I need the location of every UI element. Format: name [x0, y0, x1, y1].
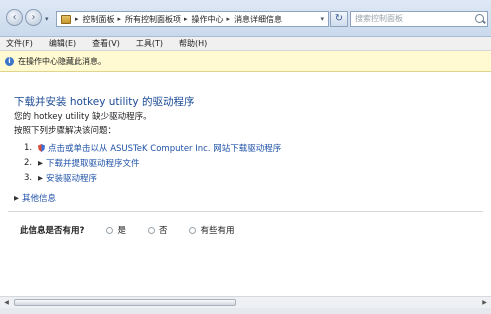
breadcrumb-item[interactable]: 所有控制面板项	[125, 14, 181, 25]
history-dropdown-icon[interactable]: ▾	[45, 15, 49, 23]
step-2: 2. ▶ 下载并提取驱动程序文件	[24, 157, 140, 169]
extract-files-link[interactable]: 下载并提取驱动程序文件	[46, 157, 140, 169]
search-input[interactable]: 搜索控制面板	[350, 11, 488, 27]
breadcrumb-item[interactable]: 控制面板	[83, 14, 115, 25]
chevron-right-icon[interactable]: ▸	[118, 15, 122, 23]
arrow-left-icon: ‹	[12, 12, 17, 23]
radio-label[interactable]: 是	[117, 224, 126, 236]
breadcrumb-item[interactable]: 操作中心	[192, 14, 224, 25]
radio-label[interactable]: 有些有用	[200, 224, 234, 236]
feedback-question: 此信息是否有用?	[20, 226, 85, 236]
breadcrumb[interactable]: ▸ 控制面板 ▸ 所有控制面板项 ▸ 操作中心 ▸ 消息详细信息 ▾	[56, 11, 329, 27]
radio-button[interactable]	[147, 226, 155, 234]
feedback-somewhat[interactable]: 有些有用	[189, 224, 234, 236]
instruction-line: 按照下列步骤解决该问题：	[14, 126, 117, 136]
scrollbar-thumb[interactable]	[14, 299, 236, 306]
feedback-no[interactable]: 否	[147, 224, 168, 236]
menu-tools[interactable]: 工具(T)	[134, 38, 165, 49]
scroll-right-icon[interactable]: ▶	[479, 298, 490, 307]
menu-help[interactable]: 帮助(H)	[177, 38, 209, 49]
breadcrumb-item[interactable]: 消息详细信息	[234, 14, 282, 25]
back-button[interactable]: ‹	[6, 9, 23, 26]
step-number: 2.	[24, 158, 33, 168]
description-line: 您的 hotkey utility 缺少驱动程序。	[14, 112, 152, 122]
refresh-button[interactable]: ↻	[330, 11, 348, 27]
menu-edit[interactable]: 编辑(E)	[47, 38, 78, 49]
info-icon: i	[5, 56, 14, 66]
info-bar-text[interactable]: 在操作中心隐藏此消息。	[18, 56, 106, 67]
feedback-yes[interactable]: 是	[106, 224, 126, 236]
search-placeholder: 搜索控制面板	[355, 14, 403, 23]
expand-arrow-icon[interactable]: ▶	[38, 159, 43, 167]
expand-arrow-icon[interactable]: ▶	[14, 194, 19, 202]
status-bar	[0, 308, 491, 314]
download-driver-link[interactable]: 点击或单击以从 ASUSTeK Computer Inc. 网站下载驱动程序	[48, 142, 281, 154]
address-toolbar: ‹ › ▾ ▸ 控制面板 ▸ 所有控制面板项 ▸ 操作中心 ▸ 消息详细信息 ▾…	[0, 0, 491, 37]
step-number: 1.	[24, 143, 33, 153]
radio-label[interactable]: 否	[159, 224, 168, 236]
chevron-right-icon[interactable]: ▸	[75, 15, 79, 23]
step-number: 3.	[24, 173, 33, 183]
arrow-right-icon: ›	[31, 12, 36, 23]
menu-bar: 文件(F) 编辑(E) 查看(V) 工具(T) 帮助(H)	[0, 37, 491, 51]
radio-button[interactable]	[189, 226, 197, 234]
page-title: 下载并安装 hotkey utility 的驱动程序	[14, 96, 195, 108]
shield-icon	[38, 144, 45, 152]
expand-arrow-icon[interactable]: ▶	[38, 174, 43, 182]
scroll-left-icon[interactable]: ◀	[1, 298, 12, 307]
step-1: 1. 点击或单击以从 ASUSTeK Computer Inc. 网站下载驱动程…	[24, 142, 281, 154]
chevron-right-icon[interactable]: ▸	[227, 15, 231, 23]
chevron-down-icon[interactable]: ▾	[320, 15, 324, 23]
more-info-label[interactable]: 其他信息	[22, 192, 56, 204]
main-content: 下载并安装 hotkey utility 的驱动程序 您的 hotkey uti…	[0, 72, 491, 314]
radio-button[interactable]	[106, 226, 114, 234]
menu-file[interactable]: 文件(F)	[4, 38, 35, 49]
forward-button[interactable]: ›	[25, 9, 42, 26]
chevron-right-icon[interactable]: ▸	[184, 15, 188, 23]
feedback-row: 此信息是否有用? 是 否 有些有用	[20, 224, 256, 236]
refresh-icon: ↻	[334, 13, 344, 24]
install-driver-link[interactable]: 安装驱动程序	[46, 172, 97, 184]
more-info-toggle[interactable]: ▶ 其他信息	[14, 192, 56, 204]
divider	[8, 211, 483, 212]
info-bar[interactable]: i 在操作中心隐藏此消息。	[0, 51, 491, 72]
search-icon[interactable]	[475, 14, 484, 23]
step-3: 3. ▶ 安装驱动程序	[24, 172, 97, 184]
horizontal-scrollbar[interactable]: ◀ ▶	[0, 296, 491, 308]
control-panel-icon	[61, 14, 71, 24]
menu-view[interactable]: 查看(V)	[90, 38, 122, 49]
